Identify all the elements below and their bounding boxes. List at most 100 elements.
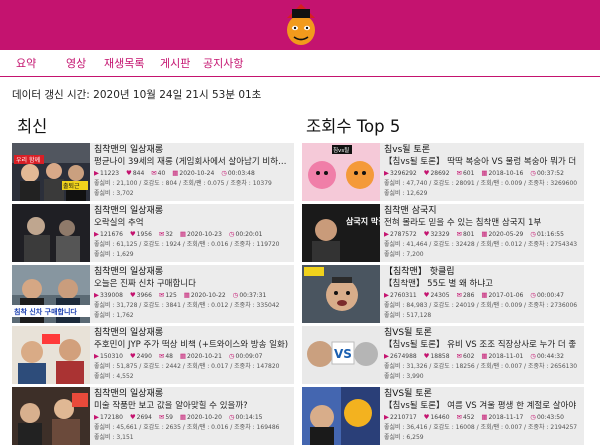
video-score: 좋싫비 : 4,552	[94, 373, 134, 380]
video-stats: ▶121676 ♥1956 ✉32 ▦2020-10-23 ◷00:20:01	[94, 230, 263, 238]
clock-icon: ◷	[530, 352, 536, 360]
like-icon: ♥	[423, 352, 430, 360]
play-icon: ▶	[384, 291, 389, 299]
channel-name[interactable]: 침착맨의 일상재롱	[94, 388, 294, 400]
comment-icon: ✉	[456, 413, 462, 421]
video-thumbnail[interactable]: VS	[302, 326, 380, 384]
video-title[interactable]: 평균나이 39세의 재롱 (게임회사에서 살아남기 비하인드)	[94, 156, 294, 168]
clock-icon: ◷	[530, 413, 536, 421]
calendar-icon: ▦	[172, 169, 179, 177]
top-video-item[interactable]: 삼국지 막걸주는 남자 침착맨 삼국지 전혀 몰라도 믿을 수 있는 침착맨 삼…	[302, 204, 584, 262]
clock-icon: ◷	[530, 169, 536, 177]
channel-name[interactable]: 침VS될 토론	[384, 327, 584, 339]
video-title[interactable]: 【침vs될 토론】 딱딱 복숭아 VS 물렁 복숭아 뭐가 더	[384, 156, 584, 168]
nav-summary[interactable]: 요약	[16, 55, 36, 71]
video-thumbnail[interactable]	[12, 326, 90, 384]
top-video-item[interactable]: VS 침VS될 토론 【침vs될 토론】 유비 VS 조조 직장상사로 누가 더…	[302, 326, 584, 384]
video-title[interactable]: 주호민이 JYP 주가 떡상 비책 (+트와이스와 방송 일화)	[94, 339, 294, 351]
clock-icon: ◷	[228, 230, 235, 238]
play-icon: ▶	[94, 413, 99, 421]
latest-title: 최신	[17, 117, 48, 136]
like-icon: ♥	[129, 230, 136, 238]
clock-icon: ◷	[232, 291, 239, 299]
video-stats: ▶3296292 ♥28692 ✉601 ▦2018-10-16 ◷00:37:…	[384, 169, 564, 177]
top-views-title: 조회수 Top 5	[306, 117, 401, 136]
video-score: 좋싫비 : 3,151	[94, 434, 134, 441]
video-thumbnail[interactable]	[12, 204, 90, 262]
video-stats: ▶150310 ♥2490 ✉48 ▦2020-10-21 ◷00:09:07	[94, 352, 263, 360]
calendar-icon: ▦	[183, 291, 190, 299]
like-icon: ♥	[129, 413, 136, 421]
video-title[interactable]: 오늘은 진짜 신차 구매합니다	[94, 278, 294, 290]
video-stats: ▶2674988 ♥18858 ✉602 ▦2018-11-01 ◷00:44:…	[384, 352, 564, 360]
play-icon: ▶	[94, 291, 99, 299]
video-score: 좋싫비 : 1,629	[94, 251, 134, 258]
video-thumbnail[interactable]	[302, 387, 380, 445]
comment-icon: ✉	[456, 230, 462, 238]
video-ratios: 좋싫비 : 47,740 / 호감도 : 28091 / 조회/팬 : 0.00…	[384, 180, 578, 187]
comment-icon: ✉	[158, 291, 165, 299]
channel-name[interactable]: 침착맨의 일상재롱	[94, 205, 294, 217]
play-icon: ▶	[384, 230, 389, 238]
channel-name[interactable]: 침vs될 토론	[384, 144, 584, 156]
channel-name[interactable]: 【침착맨】 핫클립	[384, 266, 584, 278]
channel-name[interactable]: 침착맨 삼국지	[384, 205, 584, 217]
top-video-item[interactable]: 침VS될 토론 【침vs될 토론】 여름 VS 겨울 평생 한 계절로 살아야 …	[302, 387, 584, 445]
like-icon: ♥	[423, 413, 430, 421]
video-title[interactable]: 전혀 몰라도 믿을 수 있는 침착맨 삼국지 1부	[384, 217, 584, 229]
video-ratios: 좋싫비 : 31,326 / 호감도 : 18256 / 조회/팬 : 0.00…	[384, 363, 578, 370]
video-thumbnail[interactable]: 삼국지 막걸주는 남자	[302, 204, 380, 262]
comment-icon: ✉	[456, 169, 462, 177]
nav-playlists[interactable]: 재생목록	[104, 55, 144, 71]
nav-videos[interactable]: 영상	[66, 55, 86, 71]
video-thumbnail[interactable]: 우리 함께 출퇴근	[12, 143, 90, 201]
calendar-icon: ▦	[179, 230, 187, 238]
thumb-text: 우리 함께	[16, 156, 40, 164]
video-thumbnail[interactable]	[12, 387, 90, 445]
video-ratios: 좋싫비 : 84,983 / 호감도 : 24019 / 조회/팬 : 0.00…	[384, 302, 578, 309]
clock-icon: ◷	[228, 413, 235, 421]
video-stats: ▶2760311 ♥24305 ✉286 ▦2017-01-06 ◷00:00:…	[384, 291, 564, 299]
thumb-text: 출퇴근	[63, 182, 80, 190]
comment-icon: ✉	[456, 291, 462, 299]
channel-name[interactable]: 침착맨의 일상재롱	[94, 266, 294, 278]
play-icon: ▶	[94, 352, 99, 360]
clock-icon: ◷	[228, 352, 235, 360]
latest-video-item[interactable]: 침착맨의 일상재롱 주호민이 JYP 주가 떡상 비책 (+트와이스와 방송 일…	[12, 326, 294, 384]
channel-name[interactable]: 침VS될 토론	[384, 388, 584, 400]
video-title[interactable]: 【침vs될 토론】 여름 VS 겨울 평생 한 계절로 살아야	[384, 400, 584, 412]
main-nav: 요약 영상 재생목록 게시판 공지사항	[0, 50, 600, 77]
top-video-item[interactable]: 침vs될 침vs될 토론 【침vs될 토론】 딱딱 복숭아 VS 물렁 복숭아 …	[302, 143, 584, 201]
channel-name[interactable]: 침착맨의 일상재롱	[94, 327, 294, 339]
latest-video-item[interactable]: 우리 함께 출퇴근 침착맨의 일상재롱 평균나이 39세의 재롱 (게임회사에서…	[12, 143, 294, 201]
update-time: 데이터 갱신 시간: 2020년 10월 24일 21시 53분 01초	[12, 89, 262, 101]
video-title[interactable]: 【침vs될 토론】 유비 VS 조조 직장상사로 누가 더 좋	[384, 339, 584, 351]
latest-video-item[interactable]: 침착 신차 구매합니다 침착맨의 일상재롱 오늘은 진짜 신차 구매합니다 ▶3…	[12, 265, 294, 323]
video-score: 좋싫비 : 1,762	[94, 312, 134, 319]
comment-icon: ✉	[456, 352, 462, 360]
latest-video-item[interactable]: 침착맨의 일상재롱 미술 작품만 보고 값을 알아맞힐 수 있을까? ▶1721…	[12, 387, 294, 445]
nav-board[interactable]: 게시판	[160, 55, 190, 71]
video-score: 좋싫비 : 517,128	[384, 312, 432, 319]
video-thumbnail[interactable]: 침vs될	[302, 143, 380, 201]
video-ratios: 좋싫비 : 61,125 / 호감도 : 1924 / 조회/팬 : 0.016…	[94, 241, 280, 248]
clock-icon: ◷	[530, 291, 536, 299]
thumb-text: 침vs될	[333, 146, 349, 154]
video-title[interactable]: 오락실의 추억	[94, 217, 294, 229]
clock-icon: ◷	[530, 230, 536, 238]
thumb-text: 삼국지 막걸주는 남자	[346, 216, 380, 226]
video-title[interactable]: 미술 작품만 보고 값을 알아맞힐 수 있을까?	[94, 400, 294, 412]
calendar-icon: ▦	[481, 169, 488, 177]
channel-logo[interactable]	[279, 0, 323, 50]
comment-icon: ✉	[151, 169, 157, 177]
video-thumbnail[interactable]: 침착 신차 구매합니다	[12, 265, 90, 323]
latest-video-item[interactable]: 침착맨의 일상재롱 오락실의 추억 ▶121676 ♥1956 ✉32 ▦202…	[12, 204, 294, 262]
video-ratios: 좋싫비 : 41,464 / 호감도 : 32428 / 조회/팬 : 0.01…	[384, 241, 578, 248]
video-thumbnail[interactable]	[302, 265, 380, 323]
top-views-list: 침vs될 침vs될 토론 【침vs될 토론】 딱딱 복숭아 VS 물렁 복숭아 …	[302, 143, 584, 448]
calendar-icon: ▦	[481, 413, 488, 421]
channel-name[interactable]: 침착맨의 일상재롱	[94, 144, 294, 156]
nav-notices[interactable]: 공지사항	[203, 55, 243, 71]
top-video-item[interactable]: 【침착맨】 핫클립 【침착맨】 55도 별 왜 하냐고 ▶2760311 ♥24…	[302, 265, 584, 323]
video-title[interactable]: 【침착맨】 55도 별 왜 하냐고	[384, 278, 584, 290]
